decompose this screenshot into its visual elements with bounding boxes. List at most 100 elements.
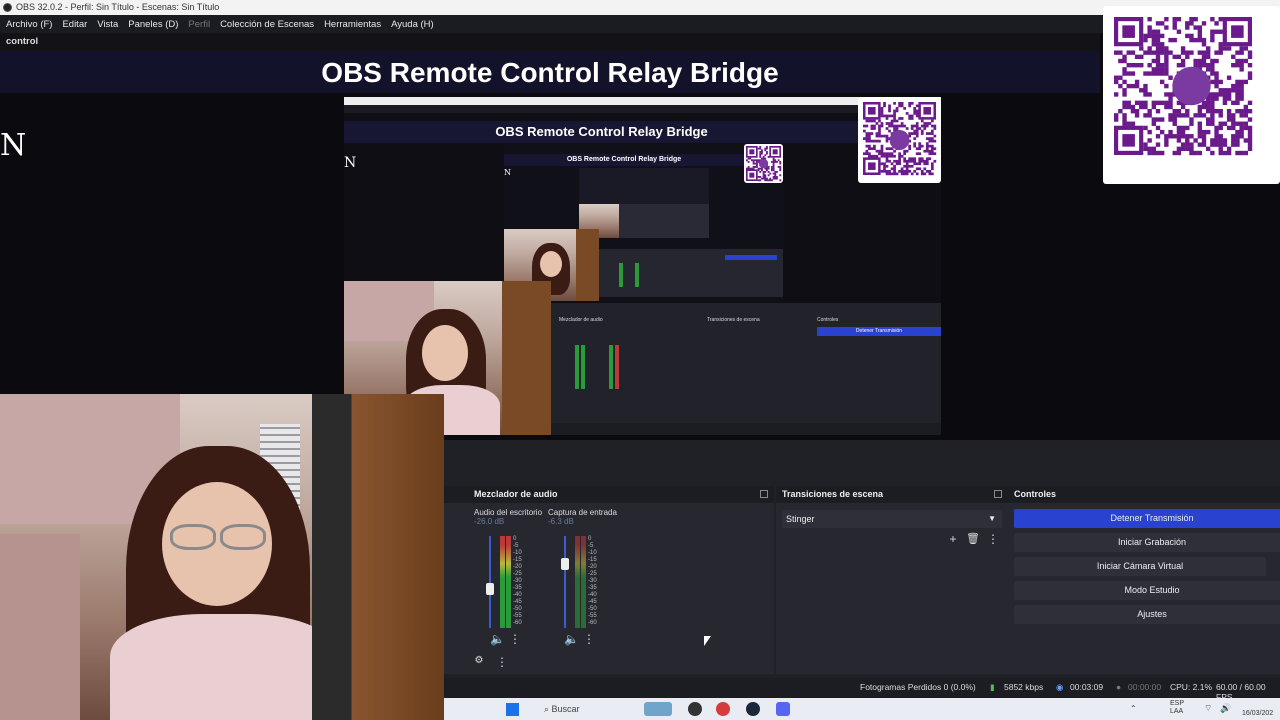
browser-glyph: N — [0, 128, 27, 163]
transitions-header: Transiciones de escena — [776, 486, 1008, 503]
stream-time: 00:03:09 — [1070, 682, 1104, 692]
nested-controls-title: Controles — [817, 317, 839, 323]
menu-editar[interactable]: Editar — [62, 19, 87, 30]
windows-start-icon[interactable] — [506, 703, 519, 716]
start-recording-button[interactable]: Iniciar Grabación — [1014, 533, 1280, 552]
nested3-docks — [619, 204, 709, 238]
yape-qr-code — [1103, 6, 1280, 184]
nested2-qr-pattern — [746, 146, 782, 182]
audio-mixer-header: Mezclador de audio — [444, 486, 774, 503]
record-time: 00:00:00 — [1128, 682, 1162, 692]
glasses-right — [220, 524, 266, 550]
obs-app-icon — [3, 3, 12, 12]
menu-bar: Archivo (F) Editar Vista Paneles (D) Per… — [0, 15, 1280, 33]
controls-title: Controles — [1014, 489, 1057, 499]
search-icon: ⌕ — [544, 704, 552, 714]
cpu-usage: CPU: 2.1% — [1170, 682, 1213, 692]
nested-transitions-title: Transiciones de escena — [707, 317, 760, 323]
yape-logo-icon — [889, 130, 910, 150]
transition-selected: Stinger — [786, 514, 815, 524]
preview-level-1: OBS Remote Control Relay Bridge N OBS Re… — [344, 97, 941, 435]
desktop-fader-track[interactable] — [489, 536, 491, 628]
preview-level-2: OBS Remote Control Relay Bridge N — [504, 144, 783, 301]
delete-transition-icon[interactable]: 🗑 — [966, 532, 980, 545]
menu-herramientas[interactable]: Herramientas — [324, 19, 381, 30]
webcam-overlay — [0, 394, 444, 720]
nested-mixer-title: Mezclador de audio — [559, 317, 603, 323]
mixer-channel-mic: Captura de entrada -6.3 dB — [548, 508, 618, 526]
mixer-more-icon[interactable]: ⋮ — [495, 655, 509, 669]
nested-meter-1 — [575, 345, 579, 389]
nested2-banner-title: OBS Remote Control Relay Bridge — [504, 154, 744, 166]
start-virtual-camera-button[interactable]: Iniciar Cámara Virtual — [1014, 557, 1266, 576]
language-indicator[interactable]: ESP LAA — [1170, 700, 1184, 716]
controls-header: Controles — [1008, 486, 1280, 503]
dock-float-icon[interactable] — [760, 490, 768, 498]
nested-menubar — [344, 105, 859, 113]
nested-titlebar — [344, 97, 941, 105]
nested-meter-3 — [609, 345, 613, 389]
taskbar-date: 16/03/202 — [1242, 710, 1274, 717]
opera-icon[interactable] — [716, 702, 730, 716]
nested-docks: Mezclador de audio Transiciones de escen… — [551, 303, 941, 435]
menu-archivo[interactable]: Archivo (F) — [6, 19, 52, 30]
mic-menu-icon[interactable]: ⋮ — [582, 632, 596, 646]
settings-button[interactable]: Ajustes — [1014, 605, 1280, 624]
menu-paneles[interactable]: Paneles (D) — [128, 19, 178, 30]
add-transition-icon[interactable]: + — [946, 532, 960, 546]
nested-meter-4 — [615, 345, 619, 389]
nested2-glyph: N — [504, 168, 511, 177]
relay-bridge-title: OBS Remote Control Relay Bridge — [321, 57, 779, 88]
relay-bridge-banner: OBS Remote Control Relay Bridge — [0, 51, 1100, 93]
mic-speaker-icon[interactable]: 🔈 — [564, 632, 579, 646]
mic-fader-knob[interactable] — [561, 558, 569, 570]
steam-icon[interactable] — [746, 702, 760, 716]
studio-mode-button[interactable]: Modo Estudio — [1014, 581, 1280, 600]
channel-name: Captura de entrada — [548, 508, 617, 517]
channel-name: Audio del escritorio — [474, 508, 543, 517]
desktop-meter-right — [506, 536, 511, 628]
stop-streaming-button[interactable]: Detener Transmisión — [1014, 509, 1280, 528]
nested-stop-stream-button: Detener Transmisión — [817, 327, 941, 336]
transition-more-icon[interactable]: ⋮ — [986, 532, 1000, 546]
nested-qr-code — [858, 97, 941, 183]
yape-logo-icon — [1172, 66, 1211, 106]
desktop-meter-left — [500, 536, 505, 628]
desktop-scale: 0 -5 -10 -15 -20 -25 -30 -35 -40 -45 -50 -55 -60 — [513, 536, 522, 626]
menu-coleccion-escenas[interactable]: Colección de Escenas — [220, 19, 314, 30]
chevron-up-icon[interactable]: ⌃ — [1130, 704, 1137, 713]
taskbar-search[interactable]: ⌕ Buscar — [540, 701, 620, 717]
desktop-speaker-icon[interactable]: 🔈 — [490, 632, 505, 646]
record-icon: ● — [1116, 682, 1122, 692]
wifi-icon[interactable]: ⌔ — [1204, 703, 1212, 714]
dock-float-icon[interactable] — [994, 490, 1002, 498]
mic-fader-track[interactable] — [564, 536, 566, 628]
nested-qr-pattern — [863, 102, 937, 176]
yape-logo-icon — [758, 158, 769, 169]
volume-icon[interactable]: 🔊 — [1220, 703, 1231, 714]
bitrate: 5852 kbps — [1004, 682, 1044, 692]
signal-icon: ▮ — [990, 682, 995, 692]
weather-icon[interactable] — [644, 702, 672, 716]
stream-icon: ◉ — [1056, 682, 1064, 692]
desktop-fader-knob[interactable] — [486, 583, 494, 595]
menu-vista[interactable]: Vista — [97, 19, 118, 30]
desktop-menu-icon[interactable]: ⋮ — [508, 632, 522, 646]
dropped-frames: Fotogramas Perdidos 0 (0.0%) — [860, 682, 976, 692]
mic-meter-left — [575, 536, 580, 628]
nested-banner-title: OBS Remote Control Relay Bridge — [344, 121, 859, 143]
nested2-docks — [599, 249, 783, 297]
mixer-settings-icon[interactable]: ⚙ — [472, 655, 486, 666]
menu-ayuda[interactable]: Ayuda (H) — [391, 19, 434, 30]
obs-taskbar-icon[interactable] — [688, 702, 702, 716]
mic-meter-right — [581, 536, 586, 628]
discord-icon[interactable] — [776, 702, 790, 716]
mouse-cursor — [704, 636, 711, 646]
transition-select[interactable]: Stinger ▼ — [782, 510, 1002, 528]
audio-mixer-title: Mezclador de audio — [474, 489, 558, 499]
mixer-channel-desktop: Audio del escritorio -26.0 dB — [474, 508, 544, 526]
window-titlebar: OBS 32.0.2 - Perfil: Sin Título - Escena… — [0, 0, 1280, 15]
menu-perfil[interactable]: Perfil — [188, 19, 210, 30]
nested-meter-2 — [581, 345, 585, 389]
channel-db: -26.0 dB — [474, 517, 505, 526]
